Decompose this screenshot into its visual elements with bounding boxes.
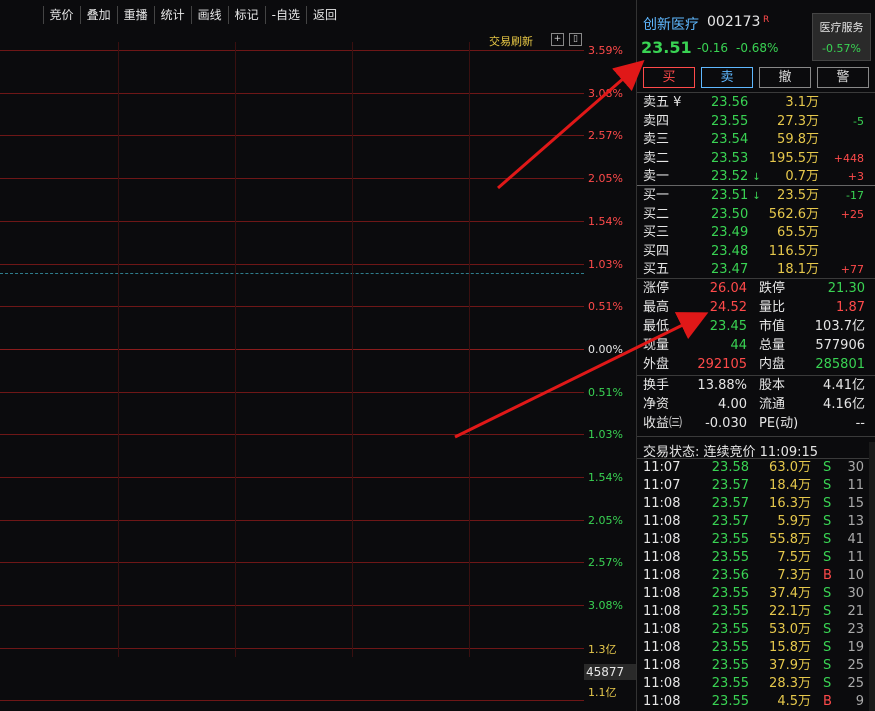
- annotation-arrows: [454, 60, 709, 439]
- arrow-to-high: [454, 312, 709, 439]
- arrow-to-price: [497, 60, 645, 190]
